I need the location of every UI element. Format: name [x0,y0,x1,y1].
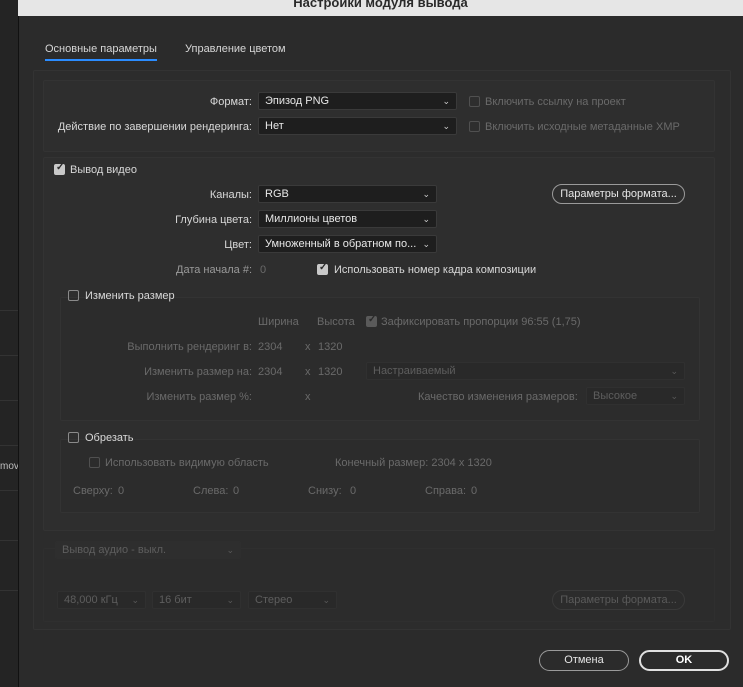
chevron-down-icon: ⌄ [422,189,430,199]
use-comp-frame-label: Использовать номер кадра композиции [334,264,537,276]
render-x: x [305,341,311,353]
color-depth-dropdown[interactable]: Миллионы цветов ⌄ [258,210,437,228]
resize-quality-value: Высокое [593,390,638,402]
resize-preset-dropdown[interactable]: Настраиваемый ⌄ [366,362,685,380]
format-label: Формат: [209,96,252,108]
chevron-down-icon: ⌄ [442,121,450,131]
background-divider [0,310,20,311]
use-comp-frame-checkbox[interactable] [317,262,328,275]
include-project-link-label: Включить ссылку на проект [485,96,626,108]
crop-left-label: Слева: [193,485,229,497]
general-section [43,80,715,152]
dialog-title: Настройки модуля вывода [293,0,468,10]
height-header: Высота [317,316,355,328]
use-roi-checkbox[interactable] [89,457,100,468]
chevron-down-icon: ⌄ [322,595,330,605]
color-depth-value: Миллионы цветов [265,213,358,225]
background-divider [0,590,20,591]
chevron-down-icon: ⌄ [131,595,139,605]
ok-button[interactable]: OK [639,650,729,671]
color-label: Цвет: [224,239,252,251]
crop-top-label: Сверху: [73,485,113,497]
crop-section [60,439,700,513]
crop-right-label: Справа: [425,485,467,497]
lock-ratio-checkbox[interactable] [366,314,377,327]
audio-channels-dropdown[interactable]: Стерео ⌄ [248,591,337,609]
resize-percent-label: Изменить размер %: [146,391,252,403]
background-window [0,0,20,687]
crop-checkbox[interactable] [68,432,79,443]
resize-preset-value: Настраиваемый [373,365,456,377]
video-format-options-button[interactable]: Параметры формата... [552,184,685,204]
resize-height-input[interactable]: 1320 [318,366,342,378]
color-value: Умноженный в обратном по... [265,238,417,250]
resize-x: x [305,366,311,378]
background-divider [0,490,20,491]
chevron-down-icon: ⌄ [226,595,234,605]
audio-output-value: Вывод аудио - выкл. [62,544,167,556]
tab-color-management[interactable]: Управление цветом [185,43,286,55]
background-filename: mov [0,461,19,472]
chevron-down-icon: ⌄ [670,366,678,376]
audio-format-options-button[interactable]: Параметры формата... [552,590,685,610]
channels-value: RGB [265,188,289,200]
resize-width-input[interactable]: 2304 [258,366,282,378]
audio-rate-value: 48,000 кГц [64,594,118,606]
chevron-down-icon: ⌄ [422,239,430,249]
use-roi-label: Использовать видимую область [105,457,269,469]
resize-label: Изменить размер [85,290,175,302]
crop-bottom-label: Снизу: [308,485,342,497]
include-project-link-checkbox[interactable] [469,96,480,107]
active-tab-indicator [45,59,157,61]
crop-label: Обрезать [85,432,134,444]
background-divider [0,400,20,401]
background-divider [0,540,20,541]
chevron-down-icon: ⌄ [226,545,234,555]
resize-checkbox[interactable] [68,290,79,301]
video-output-label: Вывод видео [70,164,137,176]
channels-dropdown[interactable]: RGB ⌄ [258,185,437,203]
render-width: 2304 [258,341,283,353]
post-render-value: Нет [265,120,284,132]
format-value: Эпизод PNG [265,95,330,107]
crop-bottom-value[interactable]: 0 [350,485,356,497]
chevron-down-icon: ⌄ [422,214,430,224]
crop-top-value[interactable]: 0 [118,485,124,497]
audio-channels-value: Стерео [255,594,293,606]
resize-to-label: Изменить размер на: [144,366,252,378]
resize-quality-label: Качество изменения размеров: [418,391,578,403]
start-number-value[interactable]: 0 [260,264,266,276]
tab-main-settings[interactable]: Основные параметры [45,43,157,55]
chevron-down-icon: ⌄ [442,96,450,106]
resize-quality-dropdown[interactable]: Высокое ⌄ [586,387,685,405]
post-render-label: Действие по завершении рендеринга: [57,121,252,133]
crop-right-value[interactable]: 0 [471,485,477,497]
include-xmp-checkbox[interactable] [469,121,480,132]
render-at-label: Выполнить рендеринг в: [127,341,252,353]
audio-bits-dropdown[interactable]: 16 бит ⌄ [152,591,241,609]
crop-final-size: Конечный размер: 2304 x 1320 [335,457,492,469]
lock-ratio-label: Зафиксировать пропорции 96:55 (1,75) [381,316,581,328]
render-height: 1320 [318,341,343,353]
color-depth-label: Глубина цвета: [175,214,252,226]
post-render-dropdown[interactable]: Нет ⌄ [258,117,457,135]
background-divider [0,355,20,356]
audio-rate-dropdown[interactable]: 48,000 кГц ⌄ [57,591,146,609]
width-header: Ширина [258,316,299,328]
audio-bits-value: 16 бит [159,594,192,606]
audio-section [43,548,715,622]
format-dropdown[interactable]: Эпизод PNG ⌄ [258,92,457,110]
audio-output-dropdown[interactable]: Вывод аудио - выкл. ⌄ [55,541,241,559]
cancel-button[interactable]: Отмена [539,650,629,671]
channels-label: Каналы: [209,189,252,201]
start-number-label: Дата начала #: [176,264,252,276]
crop-left-value[interactable]: 0 [233,485,239,497]
background-divider [0,445,20,446]
resize-percent-x: x [305,391,311,403]
include-xmp-label: Включить исходные метаданные XMP [485,121,680,133]
color-dropdown[interactable]: Умноженный в обратном по... ⌄ [258,235,437,253]
chevron-down-icon: ⌄ [670,391,678,401]
video-output-checkbox[interactable] [54,162,65,175]
